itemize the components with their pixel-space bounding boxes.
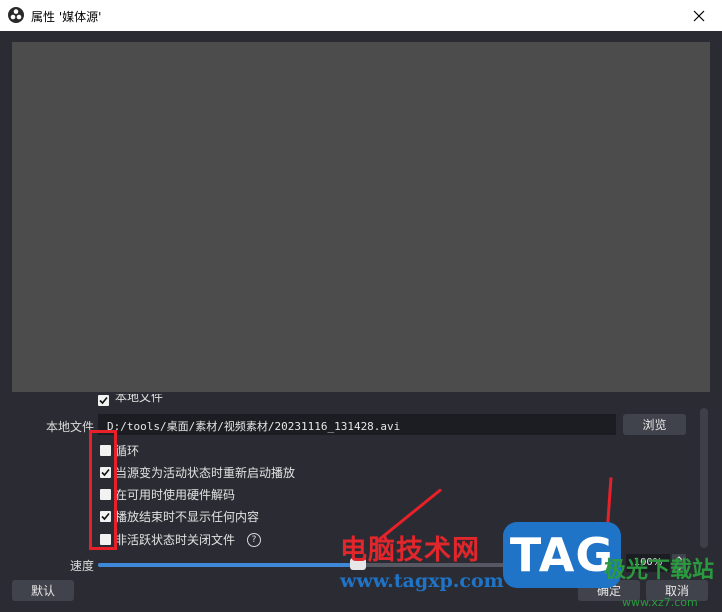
close-button[interactable] (676, 0, 722, 31)
window-title: 属性 '媒体源' (31, 10, 102, 24)
checkbox-row-show-nothing[interactable]: 播放结束时不显示任何内容 (100, 508, 259, 525)
restart-on-active-label: 当源变为活动状态时重新启动播放 (115, 466, 296, 480)
close-when-inactive-label: 非活跃状态时关闭文件 (115, 533, 236, 547)
obs-icon (8, 7, 24, 23)
source-preview (12, 42, 710, 392)
watermark-corner-logo: 极光下载站 (604, 558, 715, 583)
local-file-label: 本地文件 (45, 420, 94, 434)
close-icon (693, 10, 705, 21)
local-file-checkbox[interactable] (98, 395, 109, 406)
help-icon[interactable]: ? (247, 532, 262, 547)
watermark-site-title: 电脑技术网 (340, 535, 480, 566)
properties-scrollbar[interactable] (700, 408, 708, 548)
checkbox-row-restart[interactable]: 当源变为活动状态时重新启动播放 (100, 464, 295, 481)
defaults-button[interactable]: 默认 (12, 580, 74, 601)
speed-label: 速度 (69, 559, 94, 573)
speed-slider-fill (98, 563, 358, 567)
checkbox-row-close-inactive[interactable]: 非活跃状态时关闭文件 ? (100, 531, 262, 548)
local-file-toggle-label: 本地文件 (115, 394, 164, 404)
annotation-highlight-box (89, 430, 117, 550)
title-bar: 属性 '媒体源' (0, 0, 722, 31)
browse-button[interactable]: 浏览 (623, 414, 686, 435)
local-file-path-input[interactable]: D:/tools/桌面/素材/视频素材/20231116_131428.avi (98, 414, 616, 435)
watermark-site-url: www.tagxp.com (340, 570, 504, 592)
local-file-toggle[interactable]: 本地文件 (98, 394, 163, 406)
watermark-corner-url: www.xz7.com (622, 596, 698, 609)
hardware-decoding-label: 在可用时使用硬件解码 (115, 488, 236, 502)
checkbox-row-hw-decode[interactable]: 在可用时使用硬件解码 (100, 486, 235, 503)
loop-label: 循环 (115, 444, 140, 458)
show-nothing-on-end-label: 播放结束时不显示任何内容 (115, 510, 260, 524)
